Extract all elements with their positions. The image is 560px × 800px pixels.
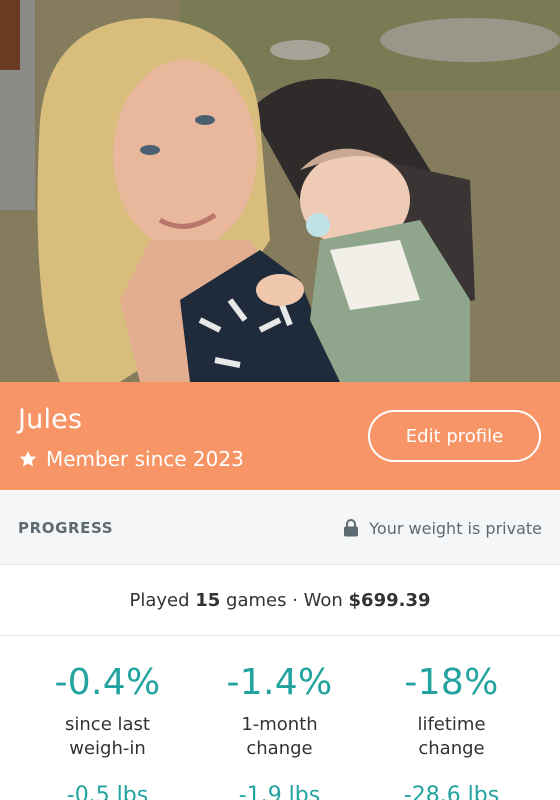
games-suffix: games · Won (220, 589, 349, 611)
lock-icon (343, 519, 359, 537)
stat-label: lifetime change (358, 713, 545, 761)
stat-percent: -1.4% (226, 662, 333, 703)
stat-pounds: -0.5 lbs (66, 783, 149, 800)
progress-title: PROGRESS (18, 519, 114, 537)
privacy-label: Your weight is private (369, 518, 542, 538)
stat-label-line2: change (418, 738, 485, 759)
edit-profile-button[interactable]: Edit profile (368, 410, 541, 462)
member-since-label: Member since 2023 (46, 447, 244, 471)
stat-percent: -18% (404, 662, 499, 703)
stat-pounds: -28.6 lbs (403, 783, 500, 800)
user-name: Jules (18, 404, 83, 435)
total-winnings: $699.39 (348, 589, 431, 611)
stat-since-last-weigh-in: -0.4% since last weigh-in -0.5 lbs (14, 636, 201, 800)
stat-percent: -0.4% (54, 662, 161, 703)
played-prefix: Played (129, 589, 196, 611)
star-icon (18, 449, 38, 469)
stat-label: since last weigh-in (14, 713, 201, 761)
member-since: Member since 2023 (18, 446, 244, 472)
stat-label-line1: since last (65, 714, 150, 735)
profile-photo (0, 0, 560, 382)
games-summary: Played 15 games · Won $699.39 (0, 565, 560, 636)
weight-privacy-note: Your weight is private (343, 516, 542, 540)
weight-stats: -0.4% since last weigh-in -0.5 lbs -1.4%… (0, 636, 560, 800)
stat-label-line1: lifetime (417, 714, 486, 735)
stat-label-line1: 1-month (241, 714, 318, 735)
games-count: 15 (195, 589, 221, 611)
stat-pounds: -1.9 lbs (238, 783, 321, 800)
stat-label-line2: weigh-in (69, 738, 146, 759)
stat-lifetime-change: -18% lifetime change -28.6 lbs (358, 636, 545, 800)
profile-photo-illustration (0, 0, 560, 382)
stat-1-month-change: -1.4% 1-month change -1.9 lbs (186, 636, 373, 800)
stat-label: 1-month change (186, 713, 373, 761)
stat-label-line2: change (246, 738, 313, 759)
